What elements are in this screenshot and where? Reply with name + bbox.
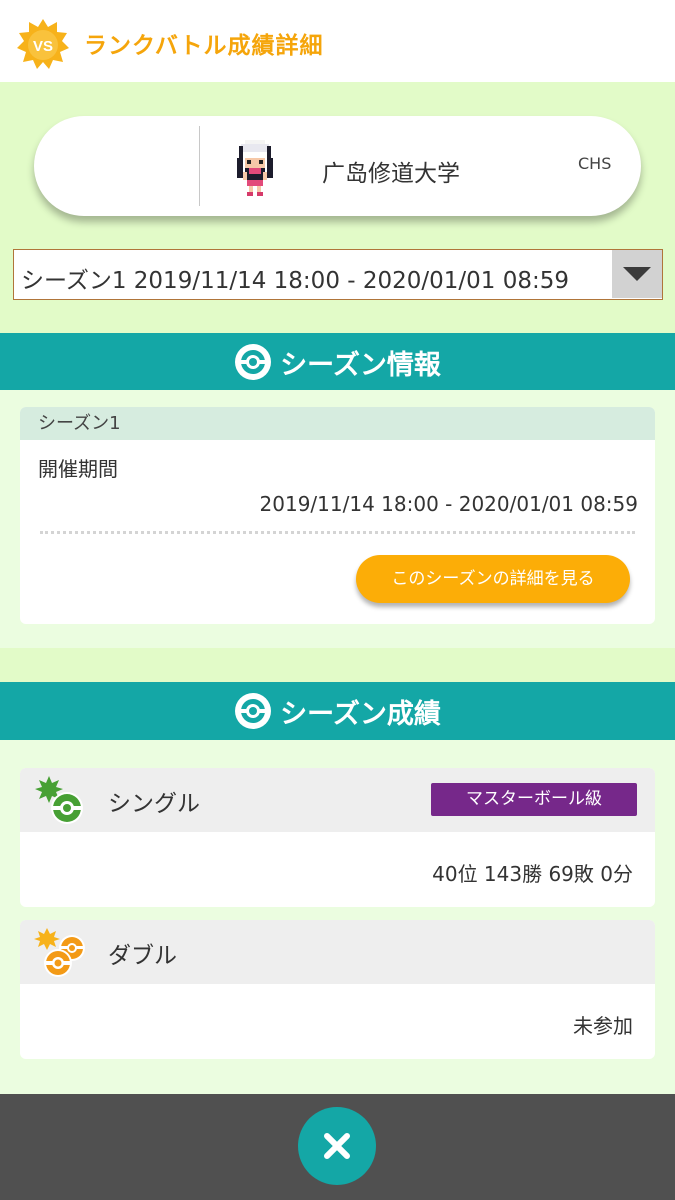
- page-title: ランクバトル成績詳細: [84, 33, 324, 59]
- svg-text:VS: VS: [33, 38, 53, 55]
- rank-badge: マスターボール級: [431, 783, 637, 816]
- double-battle-icon: [34, 928, 85, 977]
- double-battle-label: ダブル: [108, 943, 177, 969]
- season-select-toggle[interactable]: [612, 250, 662, 298]
- period-label: 開催期間: [38, 457, 118, 481]
- trainer-code: CHS: [578, 154, 612, 173]
- double-battle-header: ダブル: [20, 920, 655, 984]
- single-battle-label: シングル: [108, 791, 200, 817]
- season-card: シーズン1 開催期間 2019/11/14 18:00 - 2020/01/01…: [20, 407, 655, 624]
- trainer-name: 广岛修道大学: [322, 161, 460, 187]
- season-detail-button[interactable]: このシーズンの詳細を見る: [356, 555, 630, 603]
- single-battle-card: シングル マスターボール級 40位 143勝 69敗 0分: [20, 768, 655, 907]
- section-separator: [0, 648, 675, 682]
- double-battle-record: 未参加: [573, 1014, 633, 1038]
- single-battle-icon: [35, 776, 83, 824]
- season-select[interactable]: シーズン1 2019/11/14 18:00 - 2020/01/01 08:5…: [13, 249, 663, 300]
- period-value: 2019/11/14 18:00 - 2020/01/01 08:59: [259, 492, 638, 516]
- close-icon: [324, 1133, 350, 1159]
- double-battle-card: ダブル 未参加: [20, 920, 655, 1059]
- pokeball-icon: [235, 693, 272, 729]
- trainer-avatar-icon: [237, 140, 273, 196]
- season-select-value: シーズン1 2019/11/14 18:00 - 2020/01/01 08:5…: [21, 268, 570, 294]
- season-results-title: シーズン成績: [280, 698, 441, 730]
- season-card-title: シーズン1: [20, 407, 655, 440]
- vs-badge-icon: VS: [17, 19, 69, 69]
- chevron-down-icon: [623, 267, 651, 281]
- app-header: VS ランクバトル成績詳細: [0, 0, 675, 82]
- profile-divider: [199, 126, 200, 206]
- close-button[interactable]: [298, 1107, 376, 1185]
- season-results-header: シーズン成績: [0, 682, 675, 740]
- season-info-header: シーズン情報: [0, 333, 675, 391]
- season-info-title: シーズン情報: [280, 349, 441, 381]
- pokeball-icon: [235, 344, 272, 380]
- dotted-divider: [40, 531, 635, 534]
- single-battle-record: 40位 143勝 69敗 0分: [432, 862, 633, 886]
- single-battle-header: シングル マスターボール級: [20, 768, 655, 832]
- trainer-profile-card: 广岛修道大学 CHS: [34, 116, 641, 216]
